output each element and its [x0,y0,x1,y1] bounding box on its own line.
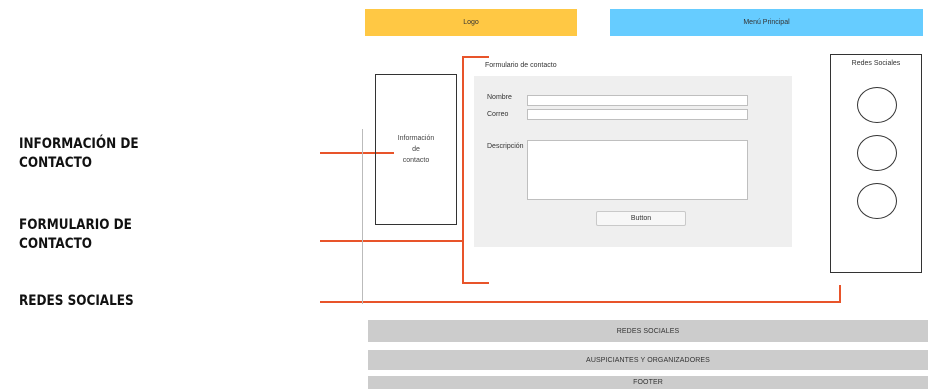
email-label: Correo [487,111,509,118]
callout-social: REDES SOCIALES [19,292,134,311]
callout-contact-info-line-2: CONTACTO [19,155,93,171]
name-label: Nombre [487,94,512,101]
main-menu-bar[interactable]: Menú Principal [610,9,923,36]
social-circle-icon-2[interactable] [857,135,897,171]
logo-label: Logo [463,19,479,26]
callout-social-line-1: REDES SOCIALES [19,293,134,309]
connector-social [320,285,841,303]
social-box-title: Redes Sociales [851,60,901,67]
description-textarea[interactable] [527,140,748,200]
main-menu-label: Menú Principal [743,19,790,26]
footer-bar-label: FOOTER [633,379,663,386]
social-bar-label: REDES SOCIALES [616,327,680,335]
social-networks-box: Redes Sociales [830,54,922,273]
vertical-divider [362,129,363,304]
email-input[interactable] [527,109,748,120]
sponsors-bar[interactable]: AUSPICIANTES Y ORGANIZADORES [368,350,928,370]
social-bar[interactable]: REDES SOCIALES [368,320,928,342]
callout-contact-form: FORMULARIO DE CONTACTO [19,216,132,254]
form-title: Formulario de contacto [485,62,557,69]
contact-info-box: Información de contacto [375,74,457,225]
social-circle-icon-1[interactable] [857,87,897,123]
callout-contact-info-line-1: INFORMACIÓN DE [19,136,139,152]
submit-button[interactable]: Button [596,211,686,226]
callout-contact-form-line-2: CONTACTO [19,236,93,252]
footer-bar[interactable]: FOOTER [368,376,928,389]
contact-info-line-2: de [412,146,420,153]
logo-bar[interactable]: Logo [365,9,577,36]
social-circle-icon-3[interactable] [857,183,897,219]
sponsors-bar-label: AUSPICIANTES Y ORGANIZADORES [586,356,710,364]
contact-info-line-1: Información [397,135,435,142]
callout-contact-info: INFORMACIÓN DE CONTACTO [19,135,139,173]
contact-info-line-3: contacto [402,157,430,164]
name-input[interactable] [527,95,748,106]
description-label: Descripción [487,143,524,150]
callout-contact-form-line-1: FORMULARIO DE [19,217,132,233]
